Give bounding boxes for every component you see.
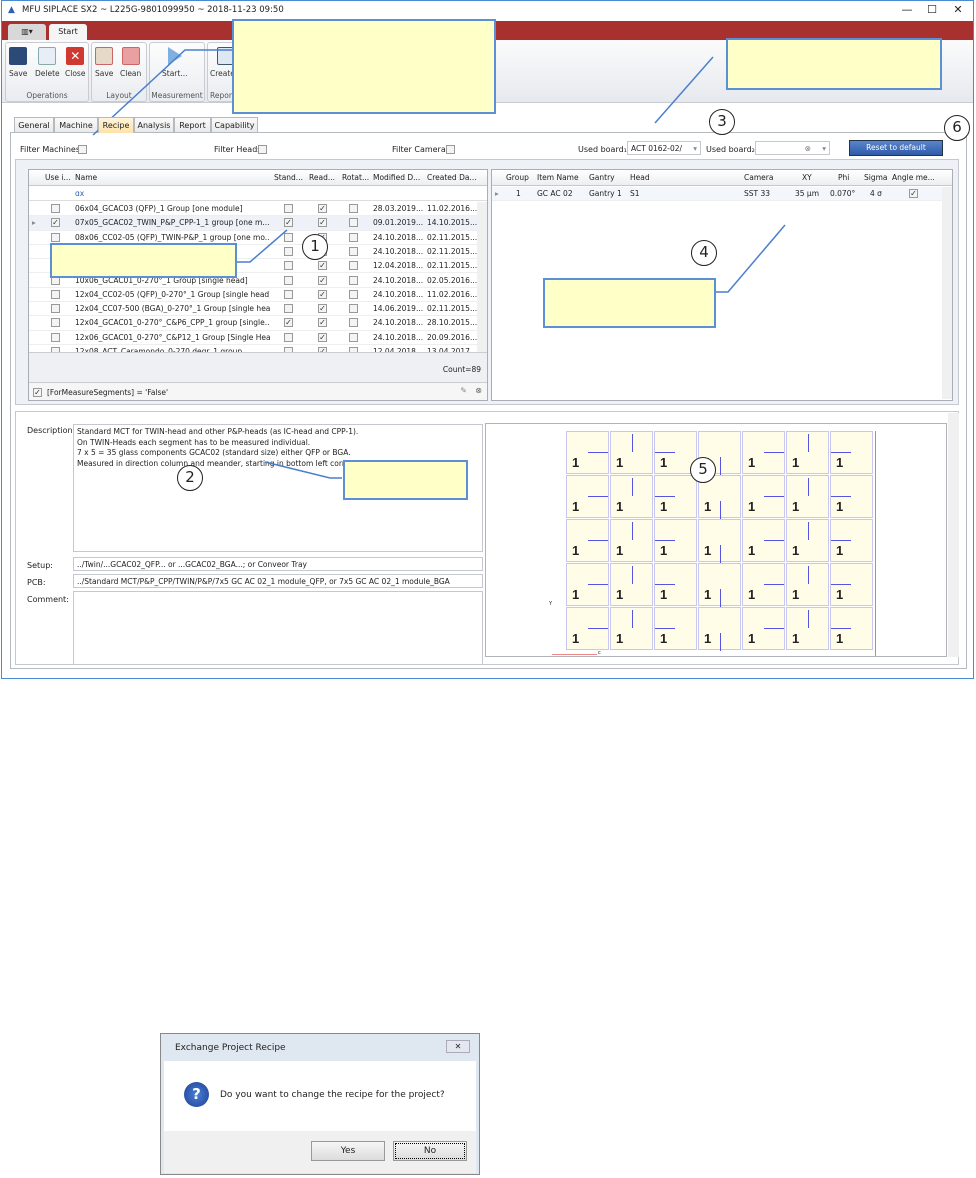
yes-button[interactable]: Yes bbox=[311, 1141, 385, 1161]
question-icon: ? bbox=[184, 1082, 209, 1107]
callout-marker-6: 6 bbox=[944, 115, 970, 141]
callout-marker-5: 5 bbox=[690, 457, 716, 483]
dialog-body: ? Do you want to change the recipe for t… bbox=[164, 1061, 476, 1131]
annotation-box bbox=[343, 460, 468, 500]
annotation-box bbox=[726, 38, 942, 90]
tab-recipe[interactable]: Recipe bbox=[98, 117, 134, 133]
dialog-title: Exchange Project Recipe bbox=[175, 1043, 286, 1053]
annotation-box bbox=[543, 278, 716, 328]
dialog-message: Do you want to change the recipe for the… bbox=[220, 1090, 445, 1100]
annotation-box bbox=[50, 243, 237, 278]
exchange-recipe-dialog: Exchange Project Recipe ✕ ? Do you want … bbox=[160, 1033, 480, 1175]
callout-marker-2: 2 bbox=[177, 465, 203, 491]
callout-marker-3: 3 bbox=[709, 109, 735, 135]
annotation-box bbox=[232, 19, 496, 114]
no-button[interactable]: No bbox=[393, 1141, 467, 1161]
callout-marker-4: 4 bbox=[691, 240, 717, 266]
dialog-close-button[interactable]: ✕ bbox=[446, 1040, 470, 1053]
callout-marker-1: 1 bbox=[302, 234, 328, 260]
